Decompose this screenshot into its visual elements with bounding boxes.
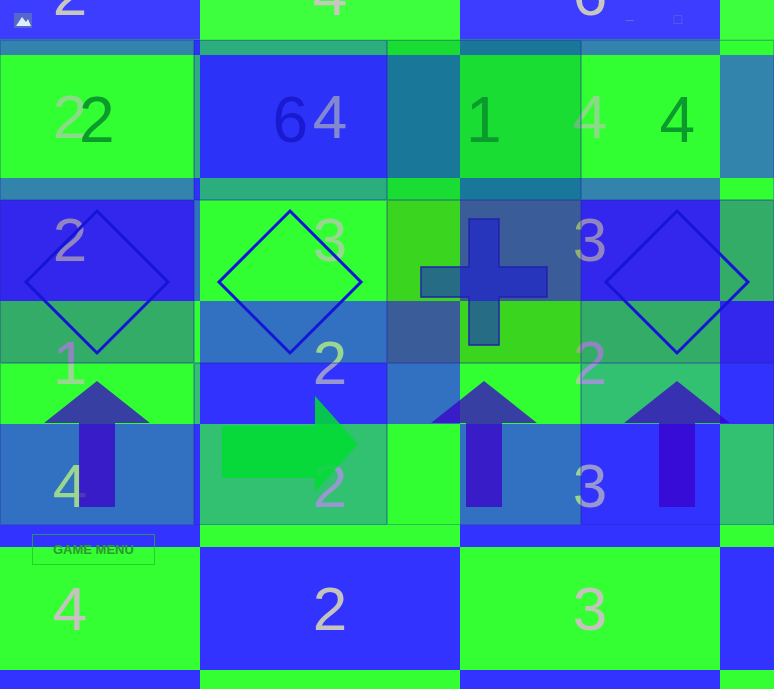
overlay-cell[interactable]: 6 (194, 40, 388, 200)
board-cell[interactable]: 2 (200, 547, 460, 670)
arrow-right-icon (220, 394, 360, 494)
board-cell[interactable] (720, 670, 774, 689)
board-cell[interactable] (200, 670, 460, 689)
cross-icon (419, 217, 549, 347)
board-number: 4 (53, 578, 87, 640)
overlay-cell[interactable]: 2 (0, 40, 194, 200)
arrow-up-icon (42, 379, 152, 509)
overlay-number: 6 (272, 88, 308, 152)
board-number: 2 (313, 578, 347, 640)
board-cell[interactable] (460, 670, 720, 689)
overlay-cell[interactable]: 4 (581, 40, 774, 200)
window-control[interactable]: – (626, 9, 634, 30)
arrow-up-icon (429, 379, 539, 509)
window-control[interactable]: □ (674, 9, 682, 30)
overlay-board: 2 6 1 4 (0, 40, 774, 525)
diamond-icon (215, 207, 365, 357)
overlay-cell[interactable] (0, 200, 194, 363)
overlay-number: 1 (466, 88, 502, 152)
board-cell[interactable]: 3 (460, 547, 720, 670)
board-cell[interactable] (0, 670, 200, 689)
game-window: 246244233122423423–□2614GAME MENU (0, 0, 774, 689)
board-cell[interactable]: 4 (0, 547, 200, 670)
board-cell[interactable] (720, 547, 774, 670)
diamond-icon (22, 207, 172, 357)
title-bar: –□ (0, 0, 774, 40)
overlay-number: 4 (659, 88, 695, 152)
overlay-number: 2 (79, 88, 115, 152)
game-menu-button[interactable]: GAME MENU (32, 534, 155, 565)
app-icon (12, 9, 34, 31)
overlay-cell[interactable] (581, 363, 774, 525)
overlay-cell[interactable] (387, 200, 581, 363)
overlay-cell[interactable] (194, 363, 388, 525)
diamond-icon (602, 207, 752, 357)
overlay-cell[interactable] (387, 363, 581, 525)
overlay-cell[interactable] (0, 363, 194, 525)
overlay-cell[interactable]: 1 (387, 40, 581, 200)
overlay-cell[interactable] (194, 200, 388, 363)
arrow-up-icon (622, 379, 732, 509)
board-number: 3 (573, 578, 607, 640)
overlay-cell[interactable] (581, 200, 774, 363)
